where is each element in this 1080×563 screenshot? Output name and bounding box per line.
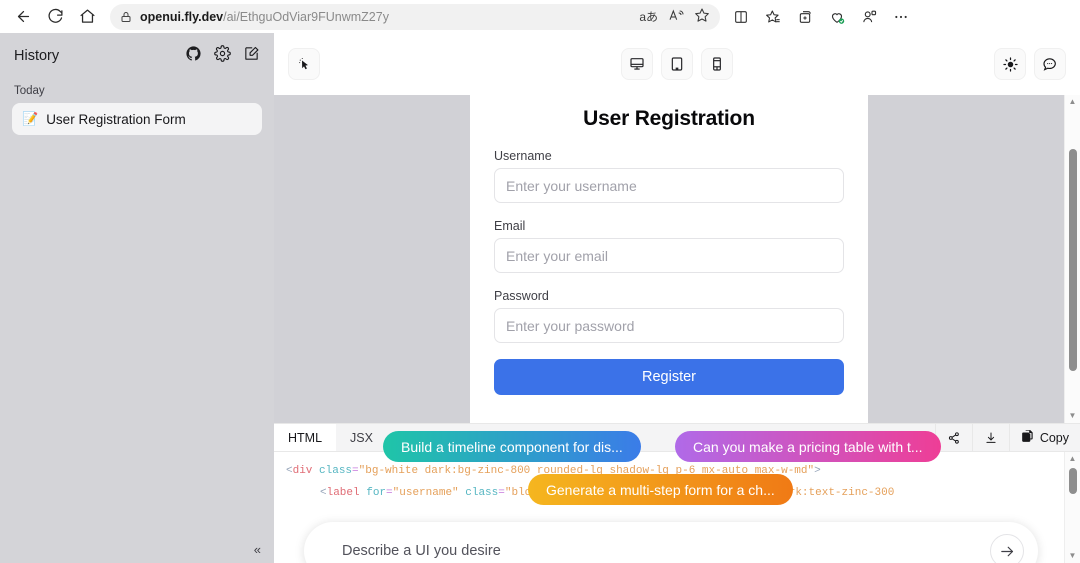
code-token: = bbox=[352, 465, 359, 477]
code-token: class bbox=[458, 487, 499, 499]
device-desktop-button[interactable] bbox=[621, 48, 653, 80]
lock-icon bbox=[120, 11, 132, 23]
address-bar[interactable]: openui.fly.dev/ai/EthguOdViar9FUnwmZ27y … bbox=[110, 3, 720, 30]
code-token: div bbox=[292, 465, 313, 477]
user-registration-card: User Registration Username Enter your us… bbox=[470, 95, 868, 423]
email-label: Email bbox=[494, 219, 526, 233]
preview-scroll-thumb[interactable] bbox=[1069, 149, 1077, 371]
code-token: "username" bbox=[392, 487, 459, 499]
code-scrollbar[interactable]: ▲ ▼ bbox=[1064, 452, 1080, 563]
sidebar: History Today 📝 User Registration Form « bbox=[0, 33, 274, 563]
preview-canvas: User Registration Username Enter your us… bbox=[274, 95, 1064, 423]
app-shell: History Today 📝 User Registration Form « bbox=[0, 33, 1080, 563]
code-token: class bbox=[312, 465, 353, 477]
theme-toggle-button[interactable] bbox=[994, 48, 1026, 80]
add-favorite-icon[interactable] bbox=[760, 4, 786, 30]
back-button[interactable] bbox=[8, 3, 38, 31]
url-text: openui.fly.dev/ai/EthguOdViar9FUnwmZ27y bbox=[140, 10, 389, 24]
immersive-reader-icon[interactable] bbox=[668, 7, 684, 26]
password-input[interactable]: Enter your password bbox=[494, 308, 844, 343]
url-path: /ai/EthguOdViar9FUnwmZ27y bbox=[223, 9, 389, 24]
copy-icon bbox=[1021, 429, 1035, 446]
username-label: Username bbox=[494, 149, 552, 163]
password-label: Password bbox=[494, 289, 549, 303]
collapse-sidebar-button[interactable]: « bbox=[254, 542, 261, 557]
code-token: = bbox=[386, 487, 393, 499]
prompt-input[interactable]: Describe a UI you desire bbox=[342, 543, 990, 559]
suggestion-pill-multi-step-form[interactable]: Generate a multi-step form for a ch... bbox=[528, 474, 793, 505]
code-token: < bbox=[286, 465, 293, 477]
download-button[interactable] bbox=[971, 424, 1009, 451]
browser-actions bbox=[728, 4, 914, 30]
scroll-down-arrow-icon[interactable]: ▼ bbox=[1069, 409, 1077, 423]
browser-toolbar: openui.fly.dev/ai/EthguOdViar9FUnwmZ27y … bbox=[0, 0, 1080, 33]
email-input[interactable]: Enter your email bbox=[494, 238, 844, 273]
register-button[interactable]: Register bbox=[494, 359, 844, 395]
password-field-group: Password Enter your password bbox=[494, 289, 844, 343]
home-button[interactable] bbox=[72, 3, 102, 31]
preview-toolbar bbox=[274, 33, 1080, 95]
tab-html[interactable]: HTML bbox=[274, 424, 337, 451]
read-aloud-icon[interactable]: aあ bbox=[639, 8, 658, 25]
copy-button[interactable]: Copy bbox=[1008, 424, 1080, 451]
preview-scrollbar[interactable]: ▲ ▼ bbox=[1064, 95, 1080, 423]
code-token: for bbox=[359, 487, 387, 499]
tab-jsx[interactable]: JSX bbox=[336, 424, 387, 451]
suggestion-pill-timeline[interactable]: Build a timeline component for dis... bbox=[383, 431, 641, 462]
preview-area: User Registration Username Enter your us… bbox=[274, 95, 1080, 423]
sidebar-item-user-registration-form[interactable]: 📝 User Registration Form bbox=[12, 103, 262, 135]
code-token: = bbox=[498, 487, 505, 499]
device-toggle-group bbox=[621, 48, 733, 80]
settings-icon[interactable] bbox=[214, 45, 231, 67]
new-chat-icon[interactable] bbox=[243, 45, 260, 67]
code-scroll-track[interactable] bbox=[1065, 466, 1080, 549]
code-scroll-thumb[interactable] bbox=[1069, 468, 1077, 494]
main-panel: User Registration Username Enter your us… bbox=[274, 33, 1080, 563]
email-field-group: Email Enter your email bbox=[494, 219, 844, 273]
username-input[interactable]: Enter your username bbox=[494, 168, 844, 203]
sidebar-section-label: Today bbox=[14, 85, 45, 97]
prompt-box[interactable]: Describe a UI you desire bbox=[304, 522, 1038, 563]
scroll-up-arrow-icon[interactable]: ▲ bbox=[1069, 95, 1077, 109]
device-tablet-button[interactable] bbox=[661, 48, 693, 80]
toolbar-right-actions bbox=[994, 48, 1066, 80]
comment-icon[interactable] bbox=[1034, 48, 1066, 80]
code-token: < bbox=[320, 487, 327, 499]
browser-essentials-icon[interactable] bbox=[824, 4, 850, 30]
copy-label: Copy bbox=[1039, 430, 1069, 445]
suggestion-pill-pricing-table[interactable]: Can you make a pricing table with t... bbox=[675, 431, 941, 462]
device-mobile-button[interactable] bbox=[701, 48, 733, 80]
page-title: User Registration bbox=[583, 107, 755, 130]
code-scroll-up-arrow-icon[interactable]: ▲ bbox=[1069, 452, 1077, 466]
sidebar-item-label: User Registration Form bbox=[46, 111, 186, 127]
url-host: openui.fly.dev bbox=[140, 9, 224, 24]
prompt-container: Describe a UI you desire bbox=[304, 522, 1038, 563]
sidebar-title: History bbox=[14, 48, 60, 64]
code-token: > bbox=[814, 465, 821, 477]
more-icon[interactable] bbox=[888, 4, 914, 30]
collections-icon[interactable] bbox=[792, 4, 818, 30]
memo-icon: 📝 bbox=[22, 111, 39, 126]
username-field-group: Username Enter your username bbox=[494, 149, 844, 203]
select-element-button[interactable] bbox=[288, 48, 320, 80]
code-actions: Copy bbox=[934, 424, 1080, 451]
profile-icon[interactable] bbox=[856, 4, 882, 30]
send-button[interactable] bbox=[990, 534, 1024, 563]
code-token: label bbox=[326, 487, 360, 499]
split-screen-icon[interactable] bbox=[728, 4, 754, 30]
preview-scroll-track[interactable] bbox=[1065, 109, 1080, 409]
reload-button[interactable] bbox=[40, 3, 70, 31]
sidebar-header: History bbox=[0, 33, 274, 73]
github-icon[interactable] bbox=[185, 45, 202, 67]
favorite-icon[interactable] bbox=[694, 7, 710, 26]
code-scroll-down-arrow-icon[interactable]: ▼ bbox=[1069, 549, 1077, 563]
